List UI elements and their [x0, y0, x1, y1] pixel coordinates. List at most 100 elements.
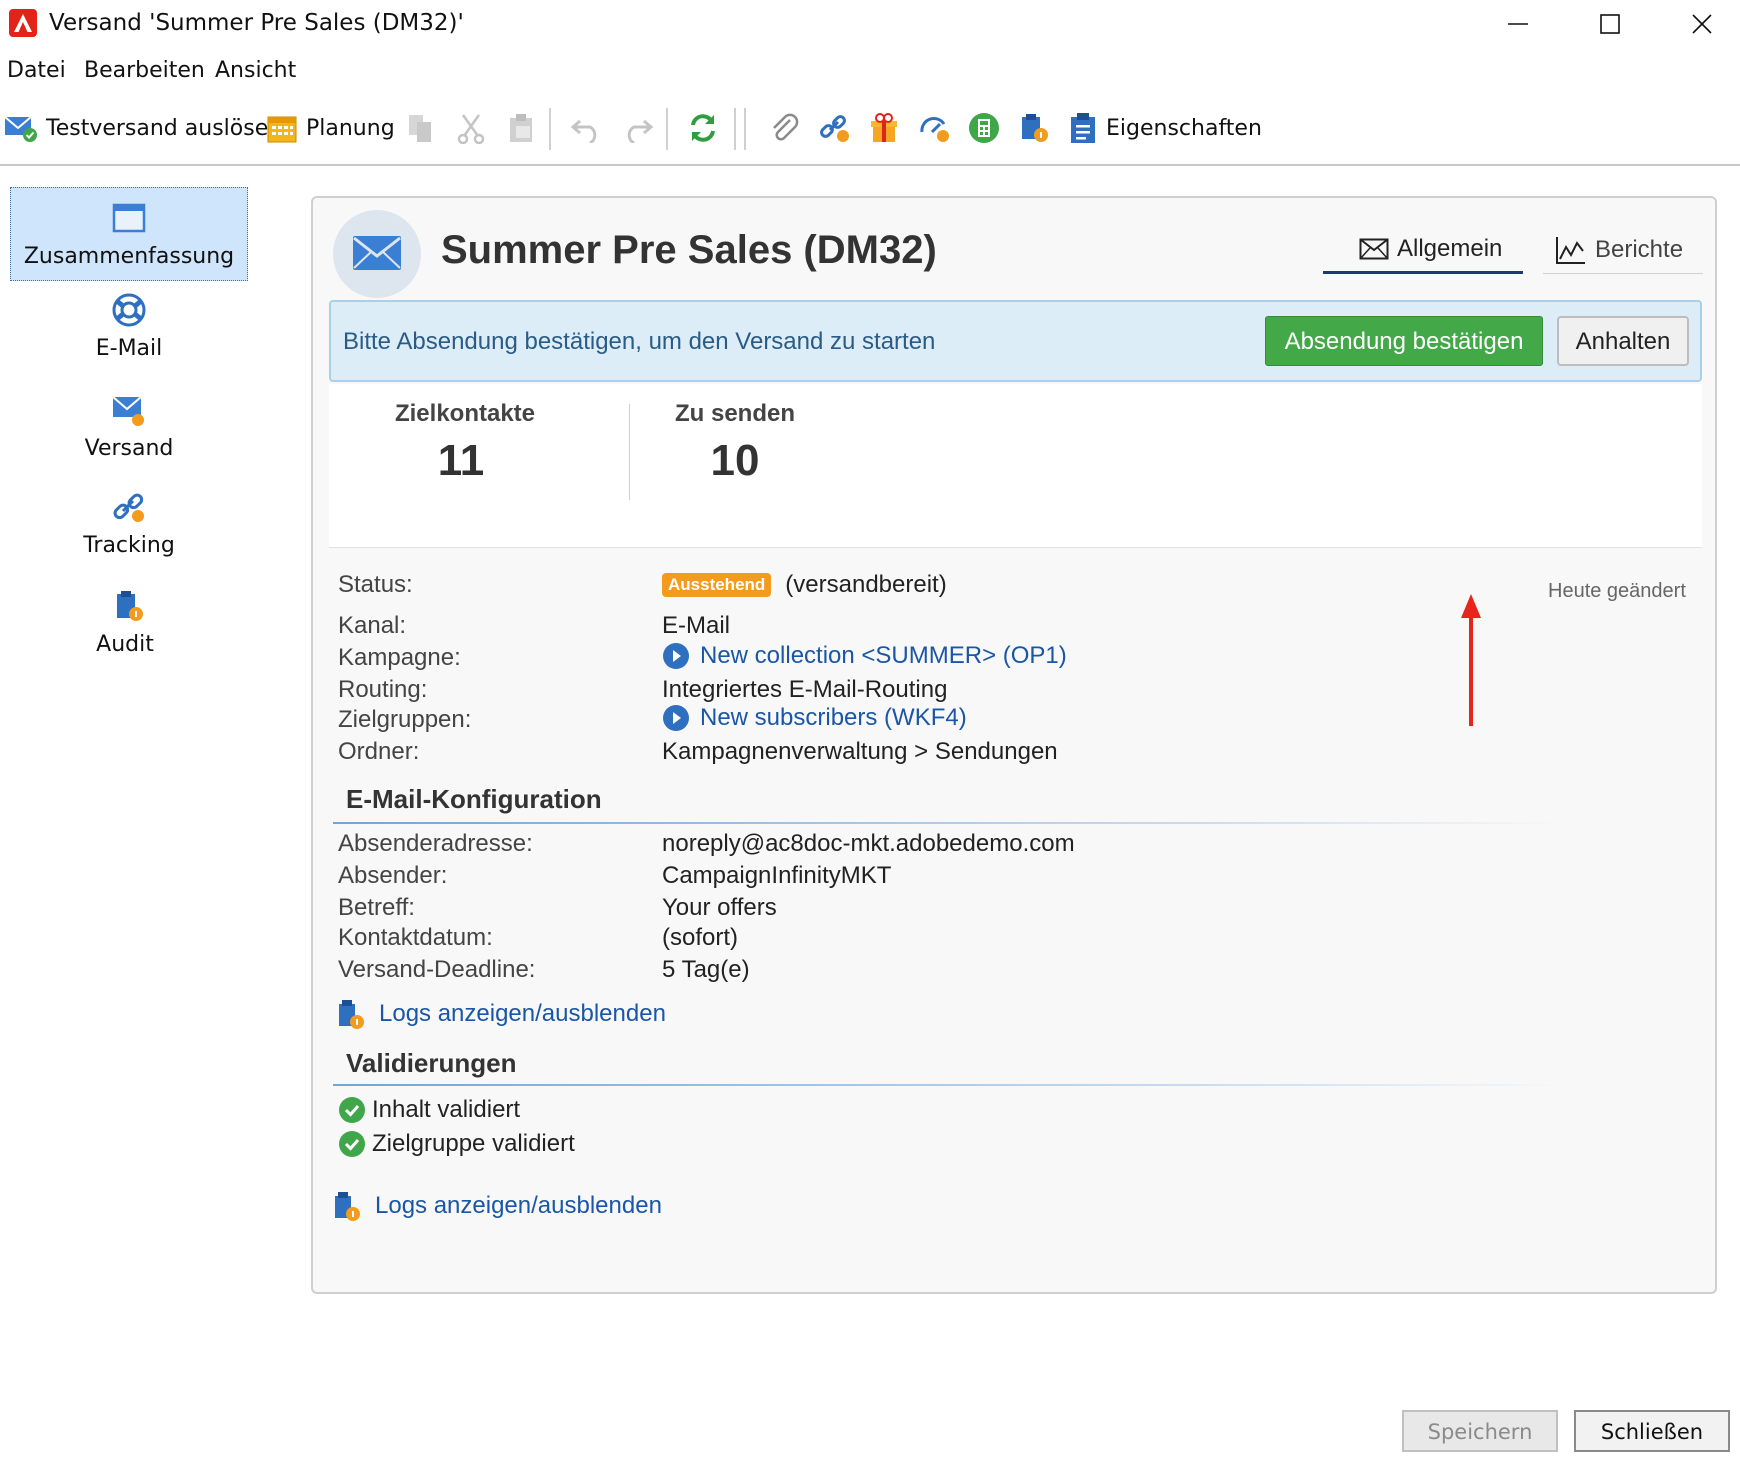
redo-button[interactable] [620, 108, 654, 148]
title-bar: Versand 'Summer Pre Sales (DM32)' [0, 0, 1740, 50]
attachment-button[interactable] [768, 108, 800, 148]
confirm-send-button[interactable]: Absendung bestätigen [1265, 316, 1543, 366]
config-label: Absenderadresse: [338, 830, 533, 857]
config-value: CampaignInfinityMKT [662, 862, 892, 889]
tab-reports[interactable]: Berichte [1543, 226, 1703, 274]
menu-bearbeiten[interactable]: Bearbeiten [84, 58, 205, 83]
play-circle-icon [663, 643, 689, 669]
close-button[interactable]: Schließen [1574, 1410, 1730, 1452]
validation-item: Inhalt validiert [338, 1096, 520, 1124]
nav-item-delivery-label: Versand [84, 436, 174, 461]
detail-label: Ordner: [338, 738, 420, 765]
email-lifebuoy-icon [112, 293, 146, 327]
schedule-button[interactable]: Planung [266, 108, 395, 148]
properties-button[interactable]: Eigenschaften [1068, 108, 1262, 148]
simulation-button[interactable] [968, 108, 1000, 148]
cut-button[interactable] [456, 108, 486, 148]
config-value: (sofort) [662, 924, 739, 951]
menu-datei[interactable]: Datei [7, 58, 66, 83]
target-group-link-text: New subscribers (WKF4) [700, 704, 967, 731]
validations-title: Validierungen [346, 1048, 517, 1078]
nav-item-delivery[interactable]: Versand [10, 380, 248, 474]
stat-to-send-value: 10 [710, 436, 760, 485]
nav-item-email[interactable]: E-Mail [10, 280, 248, 374]
scissors-icon [457, 114, 485, 144]
maximize-button[interactable] [1564, 0, 1656, 48]
redo-icon [627, 119, 654, 143]
stat-to-send-label: Zu senden [674, 400, 795, 427]
refresh-icon [691, 114, 715, 142]
page-title: Summer Pre Sales (DM32) [441, 228, 937, 272]
links-button[interactable] [818, 108, 852, 148]
config-value: Your offers [662, 894, 777, 921]
analysis-button[interactable] [918, 108, 952, 148]
banner-message: Bitte Absendung bestätigen, um den Versa… [343, 328, 936, 355]
nav-item-tracking[interactable]: Tracking [10, 477, 248, 571]
validation-item-label: Inhalt validiert [372, 1096, 521, 1123]
status-label: Status: [338, 571, 413, 598]
gift-icon [871, 113, 897, 142]
section-divider [333, 822, 1563, 824]
status-badge: Ausstehend [662, 573, 772, 597]
config-value: 5 Tag(e) [662, 956, 750, 983]
confirmation-banner: Bitte Absendung bestätigen, um den Versa… [329, 300, 1702, 382]
delivery-avatar [333, 210, 421, 298]
status-text: (versandbereit) [785, 571, 947, 598]
show-logs-link[interactable]: Logs anzeigen/ausblenden [337, 998, 666, 1030]
clipboard-icon [510, 114, 532, 142]
tab-general[interactable]: Allgemein [1323, 226, 1523, 274]
tab-general-label: Allgemein [1397, 234, 1503, 262]
detail-label: Kanal: [338, 612, 407, 639]
refresh-button[interactable] [687, 108, 719, 148]
tab-reports-label: Berichte [1595, 235, 1684, 263]
validation-item-label: Zielgruppe validiert [372, 1130, 575, 1157]
nav-item-summary[interactable]: Zusammenfassung [10, 187, 248, 281]
play-circle-icon [663, 705, 689, 731]
undo-icon [570, 119, 597, 143]
save-button[interactable]: Speichern [1402, 1410, 1558, 1452]
paperclip-icon [773, 113, 799, 141]
offers-button[interactable] [868, 108, 900, 148]
detail-label: Kampagne: [338, 644, 461, 671]
hold-button[interactable]: Anhalten [1557, 316, 1689, 366]
show-logs-label: Logs anzeigen/ausblenden [379, 1000, 666, 1027]
gauge-icon [920, 117, 949, 142]
adobe-logo-icon [9, 9, 37, 37]
stat-target-label: Zielkontakte [394, 400, 536, 427]
nav-item-tracking-label: Tracking [83, 533, 175, 558]
campaign-link[interactable]: New collection <SUMMER> (OP1) [662, 642, 1067, 670]
nav-item-email-label: E-Mail [95, 336, 163, 361]
config-value: noreply@ac8doc-mkt.adobedemo.com [662, 830, 1075, 857]
detail-value: Kampagnenverwaltung > Sendungen [662, 738, 1058, 765]
stat-target-value: 11 [437, 436, 485, 485]
detail-value: Integriertes E-Mail-Routing [662, 676, 948, 703]
target-group-link[interactable]: New subscribers (WKF4) [662, 704, 967, 732]
delivery-icon [112, 396, 144, 426]
minimize-button[interactable] [1472, 0, 1564, 48]
summary-icon [112, 203, 146, 233]
copy-button[interactable] [406, 108, 436, 148]
test-send-button[interactable]: Testversand auslösen [4, 108, 282, 148]
toolbar-separator [666, 108, 668, 150]
paste-button[interactable] [506, 108, 536, 148]
undo-button[interactable] [570, 108, 604, 148]
email-config-title: E-Mail-Konfiguration [346, 784, 602, 814]
audit-icon [1022, 114, 1048, 142]
menu-ansicht[interactable]: Ansicht [215, 58, 296, 83]
test-send-icon [4, 116, 37, 142]
red-arrow-annotation [1461, 594, 1481, 726]
show-logs-link[interactable]: Logs anzeigen/ausblenden [333, 1190, 662, 1222]
close-window-button[interactable] [1656, 0, 1740, 48]
log-icon [339, 1000, 364, 1029]
nav-item-audit[interactable]: Audit [10, 576, 248, 670]
config-label: Versand-Deadline: [338, 956, 536, 983]
audit-toolbar-button[interactable] [1018, 108, 1050, 148]
tracking-icon [113, 493, 144, 522]
check-circle-icon [339, 1131, 365, 1157]
status-value: Ausstehend (versandbereit) [662, 571, 947, 599]
detail-label: Routing: [338, 676, 428, 703]
config-label: Absender: [338, 862, 448, 889]
envelope-icon [353, 236, 401, 270]
modified-text: Heute geändert [1548, 580, 1686, 602]
detail-label: Zielgruppen: [338, 706, 472, 733]
